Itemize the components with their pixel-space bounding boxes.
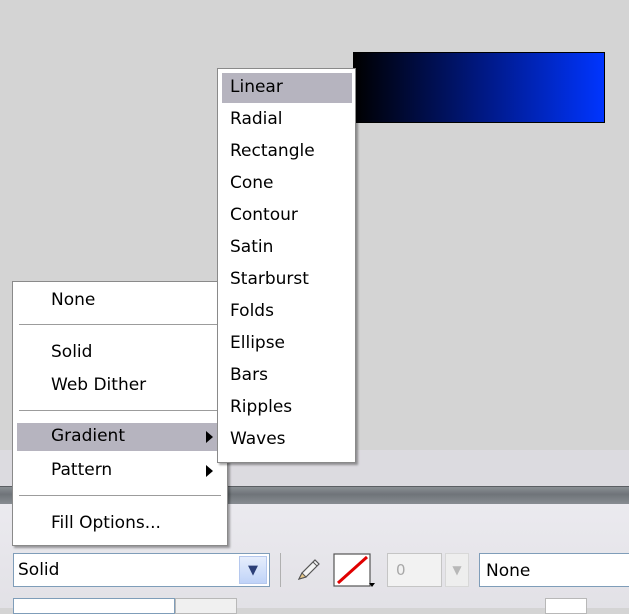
menu-item-label: Solid	[51, 342, 93, 362]
gradient-item-label: Contour	[230, 205, 298, 225]
gradient-item-label: Bars	[230, 365, 268, 385]
fill-type-value: Solid	[18, 560, 60, 580]
gradient-item-starburst[interactable]: Starburst	[222, 265, 352, 295]
submenu-arrow-icon	[206, 431, 213, 443]
gradient-item-folds[interactable]: Folds	[222, 297, 352, 327]
secondary-field[interactable]	[13, 598, 175, 614]
menu-item-none[interactable]: None	[17, 287, 223, 315]
gradient-item-label: Starburst	[230, 269, 309, 289]
fill-type-menu: None Solid Web Dither Gradient Pattern F…	[12, 281, 228, 546]
menu-item-label: Gradient	[51, 426, 125, 446]
gradient-item-label: Radial	[230, 109, 283, 129]
gradient-item-label: Folds	[230, 301, 274, 321]
gradient-item-linear[interactable]: Linear	[222, 73, 352, 103]
gradient-item-label: Satin	[230, 237, 274, 257]
fill-type-select[interactable]: Solid ▼	[13, 553, 270, 587]
gradient-item-label: Rectangle	[230, 141, 315, 161]
stroke-width-value: 0	[396, 561, 406, 579]
gradient-item-label: Linear	[230, 77, 283, 97]
secondary-button[interactable]	[175, 598, 237, 614]
gradient-item-bars[interactable]: Bars	[222, 361, 352, 391]
menu-item-label: Fill Options...	[51, 513, 161, 533]
toolbar-divider	[280, 553, 281, 587]
gradient-item-ellipse[interactable]: Ellipse	[222, 329, 352, 359]
gradient-item-label: Ellipse	[230, 333, 286, 353]
gradient-item-label: Cone	[230, 173, 274, 193]
menu-item-label: Web Dither	[51, 375, 147, 395]
gradient-item-label: Waves	[230, 429, 286, 449]
stroke-width-input[interactable]: 0	[387, 553, 442, 587]
stroke-cap-select[interactable]: None	[479, 553, 629, 587]
gradient-item-rectangle[interactable]: Rectangle	[222, 137, 352, 167]
menu-separator	[19, 495, 221, 497]
stroke-width-dropdown-icon[interactable]: ▼	[445, 553, 469, 587]
pencil-icon[interactable]	[293, 556, 323, 584]
menu-item-gradient[interactable]: Gradient	[17, 423, 223, 451]
gradient-item-satin[interactable]: Satin	[222, 233, 352, 263]
submenu-arrow-icon	[206, 465, 213, 477]
gradient-item-cone[interactable]: Cone	[222, 169, 352, 199]
stroke-cap-value: None	[486, 561, 531, 581]
gradient-item-contour[interactable]: Contour	[222, 201, 352, 231]
menu-item-label: Pattern	[51, 460, 113, 480]
menu-item-solid[interactable]: Solid	[17, 339, 223, 367]
gradient-item-radial[interactable]: Radial	[222, 105, 352, 135]
gradient-submenu: Linear Radial Rectangle Cone Contour Sat…	[217, 68, 356, 463]
menu-separator	[19, 324, 221, 326]
gradient-item-ripples[interactable]: Ripples	[222, 393, 352, 423]
menu-item-pattern[interactable]: Pattern	[17, 457, 223, 485]
menu-item-label: None	[51, 290, 96, 310]
secondary-field-right[interactable]	[545, 598, 587, 614]
gradient-item-waves[interactable]: Waves	[222, 425, 352, 455]
menu-separator	[19, 410, 221, 412]
gradient-item-label: Ripples	[230, 397, 293, 417]
menu-item-web-dither[interactable]: Web Dither	[17, 372, 223, 400]
stroke-color-swatch[interactable]	[333, 553, 377, 589]
chevron-down-icon[interactable]: ▼	[239, 556, 267, 584]
menu-item-fill-options[interactable]: Fill Options...	[17, 510, 223, 538]
gradient-rectangle[interactable]	[353, 52, 605, 123]
